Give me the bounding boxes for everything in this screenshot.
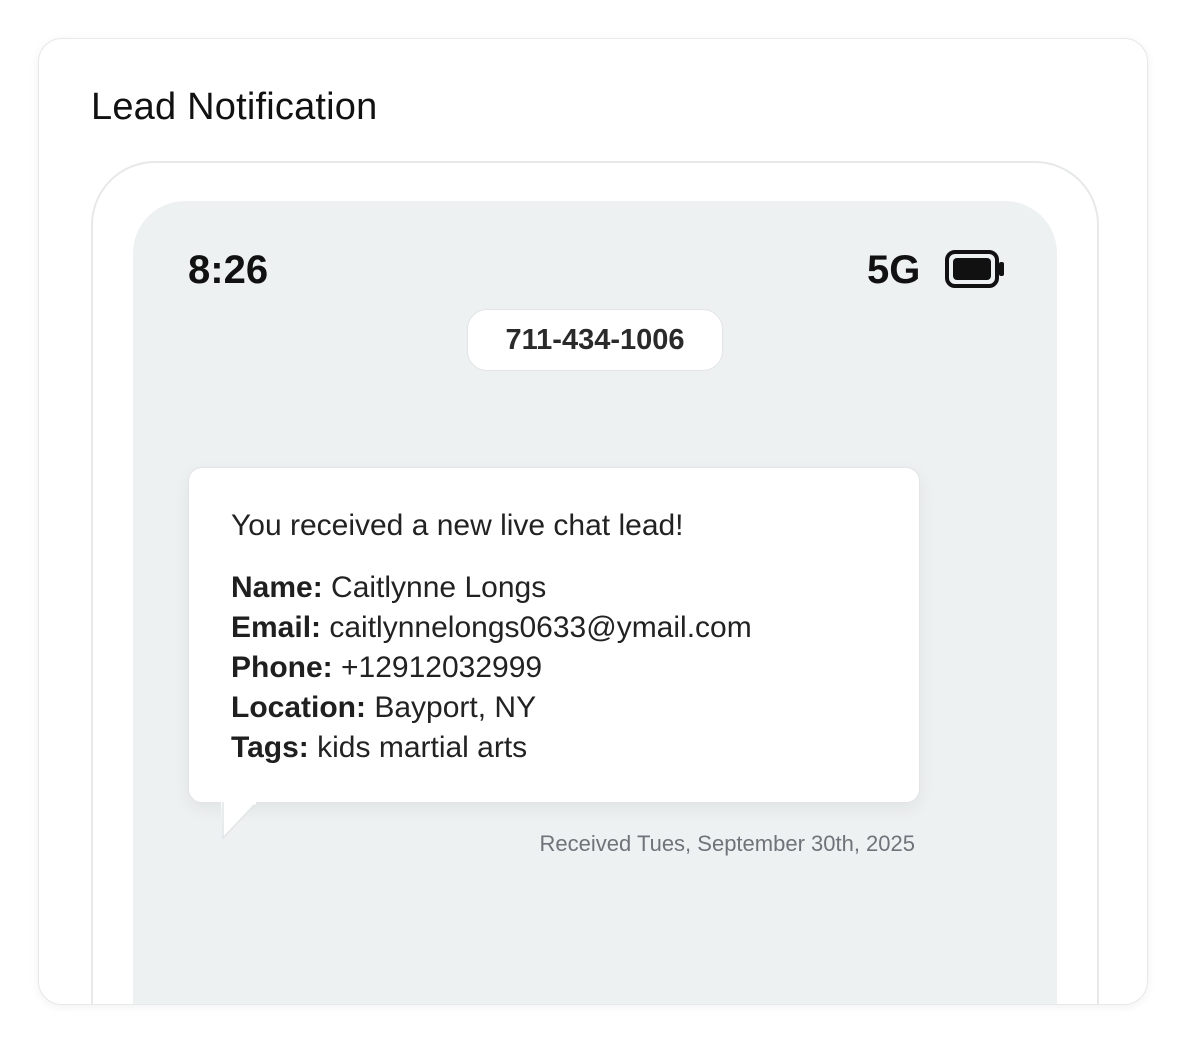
card-title: Lead Notification [91, 86, 378, 128]
status-time: 8:26 [188, 248, 269, 292]
lead-field-name: Name: Caitlynne Longs [231, 568, 877, 608]
field-value: Caitlynne Longs [331, 571, 547, 604]
field-label: Phone: [231, 651, 333, 684]
field-value: caitlynnelongs0633@ymail.com [329, 611, 752, 644]
field-value: kids martial arts [317, 731, 528, 764]
phone-preview-frame: 8:26 5G 711-434-1006 You received a new … [91, 161, 1099, 1004]
phone-screen: 8:26 5G 711-434-1006 You received a new … [133, 201, 1057, 1004]
field-value: Bayport, NY [374, 691, 537, 724]
field-label: Name: [231, 571, 323, 604]
lead-field-email: Email: caitlynnelongs0633@ymail.com [231, 608, 877, 648]
message-bubble: You received a new live chat lead! Name:… [188, 467, 920, 803]
field-label: Email: [231, 611, 322, 644]
sender-phone-pill: 711-434-1006 [467, 309, 723, 371]
received-timestamp: Received Tues, September 30th, 2025 [539, 831, 915, 856]
battery-full-icon [945, 250, 1004, 288]
lead-field-phone: Phone: +12912032999 [231, 648, 877, 688]
status-network: 5G [867, 248, 921, 292]
message-intro: You received a new live chat lead! [231, 509, 684, 542]
lead-notification-card: Lead Notification 8:26 5G 711-434-1006 Y… [38, 38, 1148, 1005]
field-value: +12912032999 [341, 651, 543, 684]
field-label: Location: [231, 691, 366, 724]
lead-field-location: Location: Bayport, NY [231, 688, 877, 728]
field-label: Tags: [231, 731, 309, 764]
lead-field-tags: Tags: kids martial arts [231, 728, 877, 768]
